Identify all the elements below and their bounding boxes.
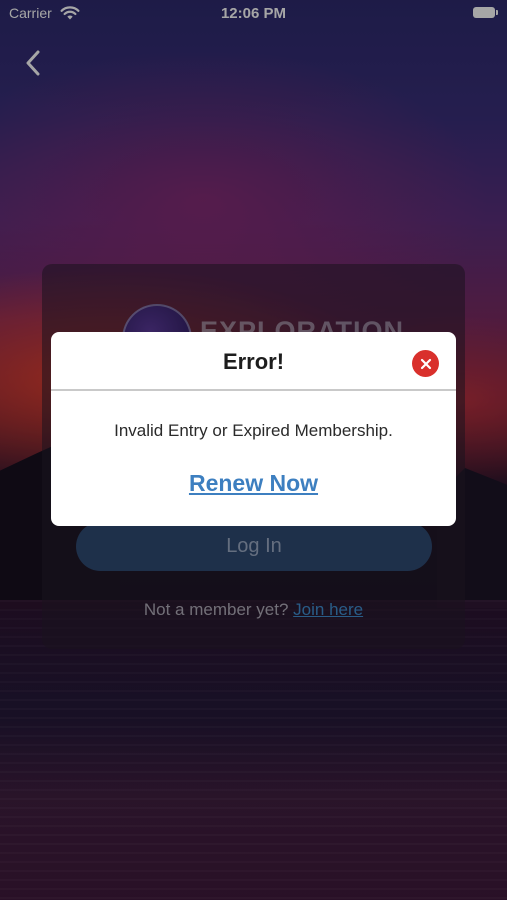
dialog-title: Error! (222, 349, 285, 374)
dialog-divider (51, 389, 456, 391)
close-icon (420, 358, 431, 369)
error-dialog: Error! Invalid Entry or Expired Membersh… (51, 332, 456, 526)
close-button[interactable] (412, 350, 439, 377)
dialog-message: Invalid Entry or Expired Membership. (114, 421, 393, 440)
renew-now-link[interactable]: Renew Now (51, 470, 456, 497)
